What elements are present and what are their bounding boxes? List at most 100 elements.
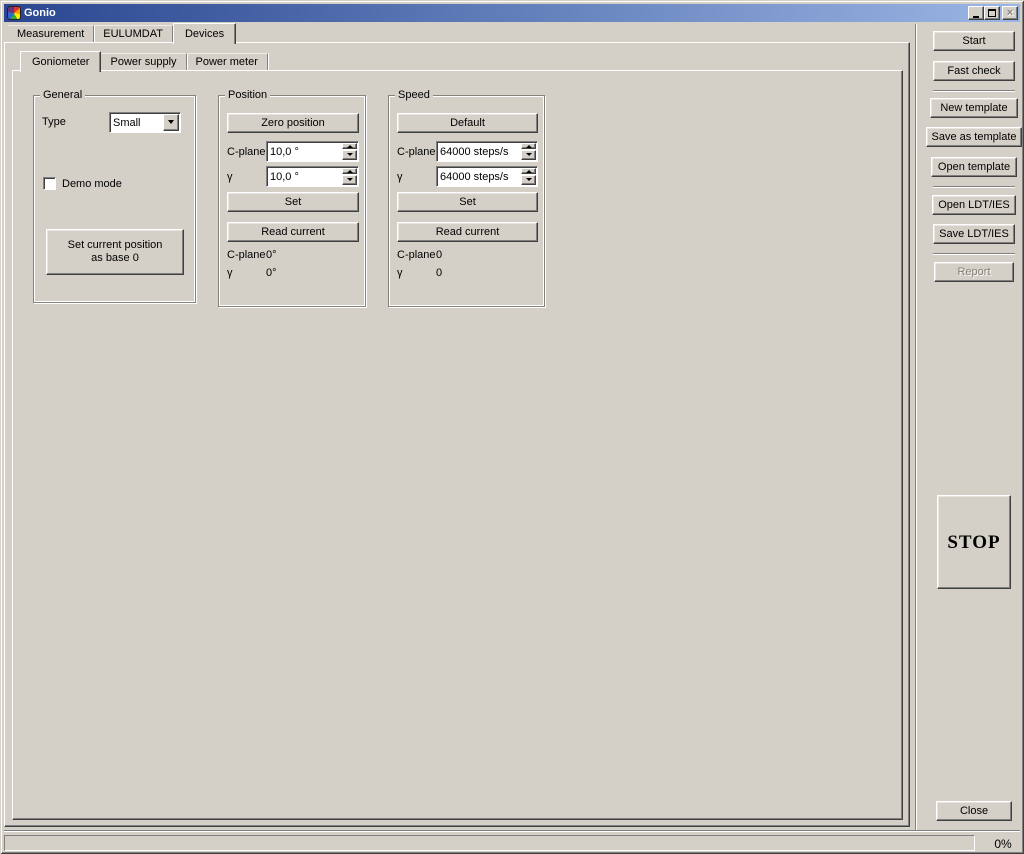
start-button-label: Start <box>962 35 985 48</box>
tab-devices[interactable]: Devices <box>173 23 236 44</box>
speed-gamma-input[interactable]: 64000 steps/s <box>436 166 538 187</box>
save-as-template-button[interactable]: Save as template <box>926 127 1022 147</box>
position-gamma-value: 10,0 ° <box>267 167 341 186</box>
main-tab-bar: Measurement EULUMDAT Devices <box>8 23 236 42</box>
close-button[interactable]: Close <box>936 801 1012 821</box>
position-cplane-value: 10,0 ° <box>267 142 341 161</box>
tab-measurement[interactable]: Measurement <box>8 25 94 42</box>
speed-group-label: Speed <box>395 89 433 101</box>
general-group: General Type Small Demo mode Set current… <box>33 95 196 303</box>
new-template-button-label: New template <box>940 102 1007 115</box>
speed-current-gamma-label: γ <box>397 267 403 279</box>
start-button[interactable]: Start <box>933 31 1015 51</box>
type-dropdown-value: Small <box>110 113 162 132</box>
progress-bar <box>4 835 975 851</box>
tab-power-meter[interactable]: Power meter <box>187 53 268 70</box>
speed-set-button-label: Set <box>459 196 476 209</box>
position-current-cplane-label: C-plane <box>227 249 266 261</box>
speed-current-gamma-value: 0 <box>436 267 442 279</box>
demo-mode-checkbox[interactable] <box>43 177 56 190</box>
app-window: Gonio × Measurement EULUMDAT Devices Gon… <box>0 0 1024 854</box>
statusbar-divider <box>4 830 1020 832</box>
maximize-icon <box>988 9 996 17</box>
speed-default-button-label: Default <box>450 117 485 130</box>
close-window-button[interactable]: × <box>1002 6 1018 20</box>
speed-cplane-spinner <box>521 143 536 160</box>
speed-set-button[interactable]: Set <box>397 192 538 212</box>
progress-percent: 0% <box>983 837 1023 851</box>
position-group-label: Position <box>225 89 270 101</box>
maximize-button[interactable] <box>984 6 1000 20</box>
spin-up-icon[interactable] <box>521 143 536 149</box>
speed-group: Speed Default C-plane 64000 steps/s γ 64… <box>388 95 545 307</box>
type-label: Type <box>42 116 66 128</box>
sidebar-divider <box>915 24 917 831</box>
tab-goniometer[interactable]: Goniometer <box>20 51 101 72</box>
stop-button-label: STOP <box>947 536 1000 549</box>
save-ldt-ies-button-label: Save LDT/IES <box>939 228 1009 241</box>
close-button-label: Close <box>960 805 988 818</box>
demo-mode-label: Demo mode <box>62 178 122 190</box>
position-gamma-input[interactable]: 10,0 ° <box>266 166 359 187</box>
open-template-button-label: Open template <box>938 161 1010 174</box>
zero-position-button[interactable]: Zero position <box>227 113 359 133</box>
minimize-button[interactable] <box>968 6 984 20</box>
app-icon <box>7 6 21 20</box>
spin-up-icon[interactable] <box>342 143 357 149</box>
position-current-cplane-value: 0° <box>266 249 277 261</box>
save-as-template-button-label: Save as template <box>932 131 1017 144</box>
speed-gamma-value: 64000 steps/s <box>437 167 520 186</box>
set-base-button[interactable]: Set current position as base 0 <box>46 229 184 275</box>
type-dropdown[interactable]: Small <box>109 112 181 133</box>
open-ldt-ies-button[interactable]: Open LDT/IES <box>932 195 1016 215</box>
open-template-button[interactable]: Open template <box>931 157 1017 177</box>
position-read-current-label: Read current <box>261 226 325 239</box>
zero-position-button-label: Zero position <box>261 117 325 130</box>
stop-button[interactable]: STOP <box>937 495 1011 589</box>
speed-current-cplane-label: C-plane <box>397 249 436 261</box>
position-cplane-spinner <box>342 143 357 160</box>
general-group-label: General <box>40 89 85 101</box>
tab-goniometer-label: Goniometer <box>32 56 89 68</box>
speed-cplane-label: C-plane <box>397 146 436 158</box>
speed-gamma-label: γ <box>397 171 403 183</box>
spin-down-icon[interactable] <box>342 175 357 185</box>
speed-cplane-value: 64000 steps/s <box>437 142 520 161</box>
tab-power-meter-label: Power meter <box>196 56 258 68</box>
position-cplane-input[interactable]: 10,0 ° <box>266 141 359 162</box>
spin-down-icon[interactable] <box>521 175 536 185</box>
open-ldt-ies-button-label: Open LDT/IES <box>938 199 1010 212</box>
position-cplane-label: C-plane <box>227 146 266 158</box>
position-gamma-spinner <box>342 168 357 185</box>
new-template-button[interactable]: New template <box>930 98 1018 118</box>
spin-up-icon[interactable] <box>342 168 357 174</box>
window-title: Gonio <box>24 7 968 19</box>
position-group: Position Zero position C-plane 10,0 ° γ … <box>218 95 366 307</box>
titlebar: Gonio × <box>4 4 1020 22</box>
speed-default-button[interactable]: Default <box>397 113 538 133</box>
report-button[interactable]: Report <box>934 262 1014 282</box>
window-controls: × <box>968 6 1018 20</box>
tab-power-supply-label: Power supply <box>110 56 176 68</box>
fast-check-button-label: Fast check <box>947 65 1000 78</box>
speed-gamma-spinner <box>521 168 536 185</box>
fast-check-button[interactable]: Fast check <box>933 61 1015 81</box>
tab-power-supply[interactable]: Power supply <box>101 53 186 70</box>
action-separator <box>933 90 1015 92</box>
spin-down-icon[interactable] <box>342 150 357 160</box>
save-ldt-ies-button[interactable]: Save LDT/IES <box>933 224 1015 244</box>
report-button-label: Report <box>957 266 990 279</box>
position-set-button[interactable]: Set <box>227 192 359 212</box>
tab-eulumdat[interactable]: EULUMDAT <box>94 25 173 42</box>
speed-read-current-button[interactable]: Read current <box>397 222 538 242</box>
speed-current-cplane-value: 0 <box>436 249 442 261</box>
close-icon: × <box>1007 8 1013 18</box>
set-base-button-label: Set current position as base 0 <box>61 239 169 265</box>
action-separator <box>933 186 1015 188</box>
spin-down-icon[interactable] <box>521 150 536 160</box>
position-read-current-button[interactable]: Read current <box>227 222 359 242</box>
position-set-button-label: Set <box>285 196 302 209</box>
dropdown-arrow-button[interactable] <box>163 114 179 131</box>
speed-cplane-input[interactable]: 64000 steps/s <box>436 141 538 162</box>
spin-up-icon[interactable] <box>521 168 536 174</box>
